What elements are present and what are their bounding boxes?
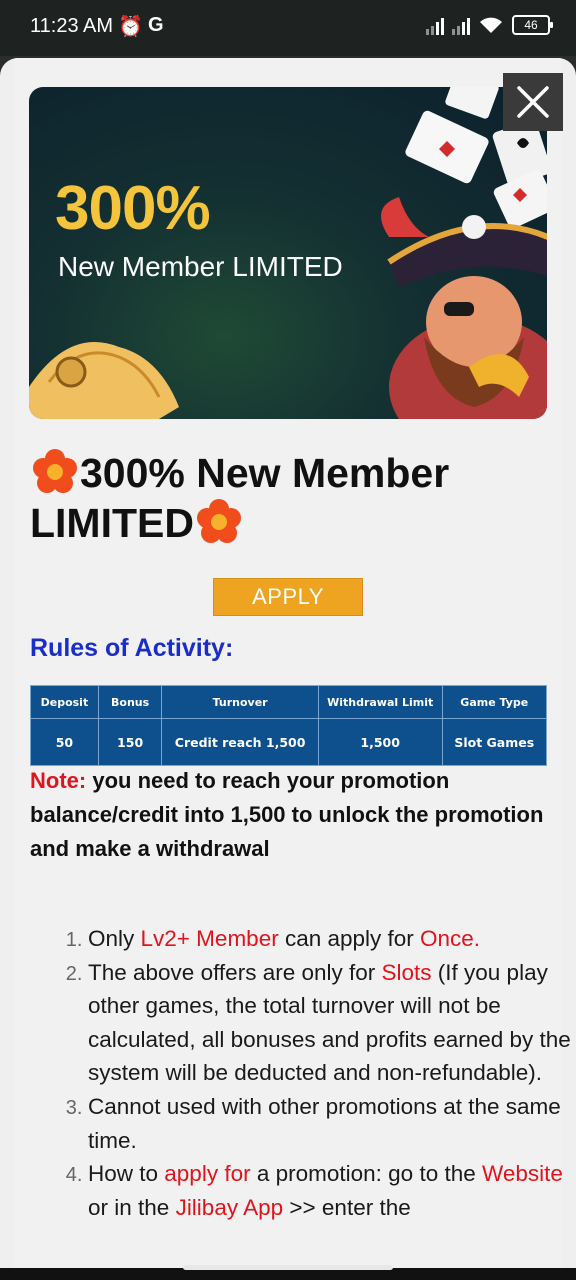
note-text: Note: you need to reach your promotion b…: [30, 764, 555, 866]
flower-icon: [33, 449, 77, 493]
banner-percent: 300%: [55, 174, 211, 243]
table-cell: Credit reach 1,500: [161, 718, 319, 766]
list-item: How to apply for a promotion: go to the …: [88, 1157, 576, 1224]
list-item: Cannot used with other promotions at the…: [88, 1090, 576, 1157]
home-gesture-handle[interactable]: [183, 1265, 393, 1270]
apply-button[interactable]: APPLY: [213, 578, 363, 616]
table-header: Withdrawal Limit: [317, 685, 443, 719]
term-text: >> enter the: [283, 1194, 411, 1220]
table-cell: Slot Games: [441, 718, 548, 766]
banner-subtitle: New Member LIMITED: [58, 251, 343, 282]
list-item: The above offers are only for Slots (If …: [88, 956, 576, 1090]
table-header: Deposit: [30, 685, 99, 719]
terms-list: Only Lv2+ Member can apply for Once. The…: [54, 922, 576, 1224]
table-row: 50 150 Credit reach 1,500 1,500 Slot Gam…: [30, 718, 548, 766]
close-button[interactable]: [503, 73, 563, 131]
note-label: Note:: [30, 768, 87, 793]
table-header: Game Type: [441, 685, 548, 719]
table-cell: 50: [30, 718, 99, 766]
signal-icon: [426, 15, 444, 35]
treasure-map-icon: [29, 342, 179, 419]
pirate-character-icon: [381, 197, 547, 419]
table-header: Turnover: [161, 685, 319, 719]
term-link[interactable]: apply for: [164, 1161, 250, 1186]
website-link[interactable]: Website: [482, 1161, 563, 1186]
rules-table: Deposit Bonus Turnover Withdrawal Limit …: [30, 685, 548, 766]
term-text: can apply for: [278, 926, 421, 951]
table-cell: 150: [97, 718, 163, 766]
carrier-icon: G: [148, 14, 164, 36]
term-text: How to: [88, 1161, 165, 1187]
term-text: Only: [88, 926, 141, 951]
table-header: Bonus: [97, 685, 163, 719]
promo-title: 300% New Member LIMITED: [30, 448, 550, 548]
table-header-row: Deposit Bonus Turnover Withdrawal Limit …: [30, 685, 548, 719]
wifi-icon: [480, 17, 502, 33]
term-text: or in the: [88, 1194, 176, 1220]
status-time: 11:23 AM: [30, 15, 114, 37]
app-link[interactable]: Jilibay App: [176, 1195, 284, 1220]
status-bar: 11:23 AM ⏰ G 46: [0, 0, 576, 56]
term-text: Cannot used with other promotions at the…: [88, 1093, 561, 1153]
battery-icon: 46: [512, 15, 553, 35]
signal-icon-2: [452, 15, 470, 35]
alarm-icon: ⏰: [118, 16, 143, 38]
status-icons: 46: [426, 15, 553, 35]
note-body: you need to reach your promotion balance…: [30, 768, 544, 861]
term-highlight: Once.: [420, 926, 481, 951]
close-icon: [517, 86, 549, 118]
term-text: The above offers are only for: [88, 959, 382, 985]
table-cell: 1,500: [317, 718, 443, 766]
term-highlight: Slots: [381, 959, 432, 985]
list-item: Only Lv2+ Member can apply for Once.: [88, 922, 576, 956]
rules-heading: Rules of Activity:: [30, 634, 234, 662]
term-text: a promotion: go to the: [250, 1161, 482, 1187]
promo-banner: 300% New Member LIMITED: [29, 87, 547, 419]
term-highlight: Lv2+ Member: [140, 926, 279, 951]
flower-icon: [196, 499, 241, 543]
